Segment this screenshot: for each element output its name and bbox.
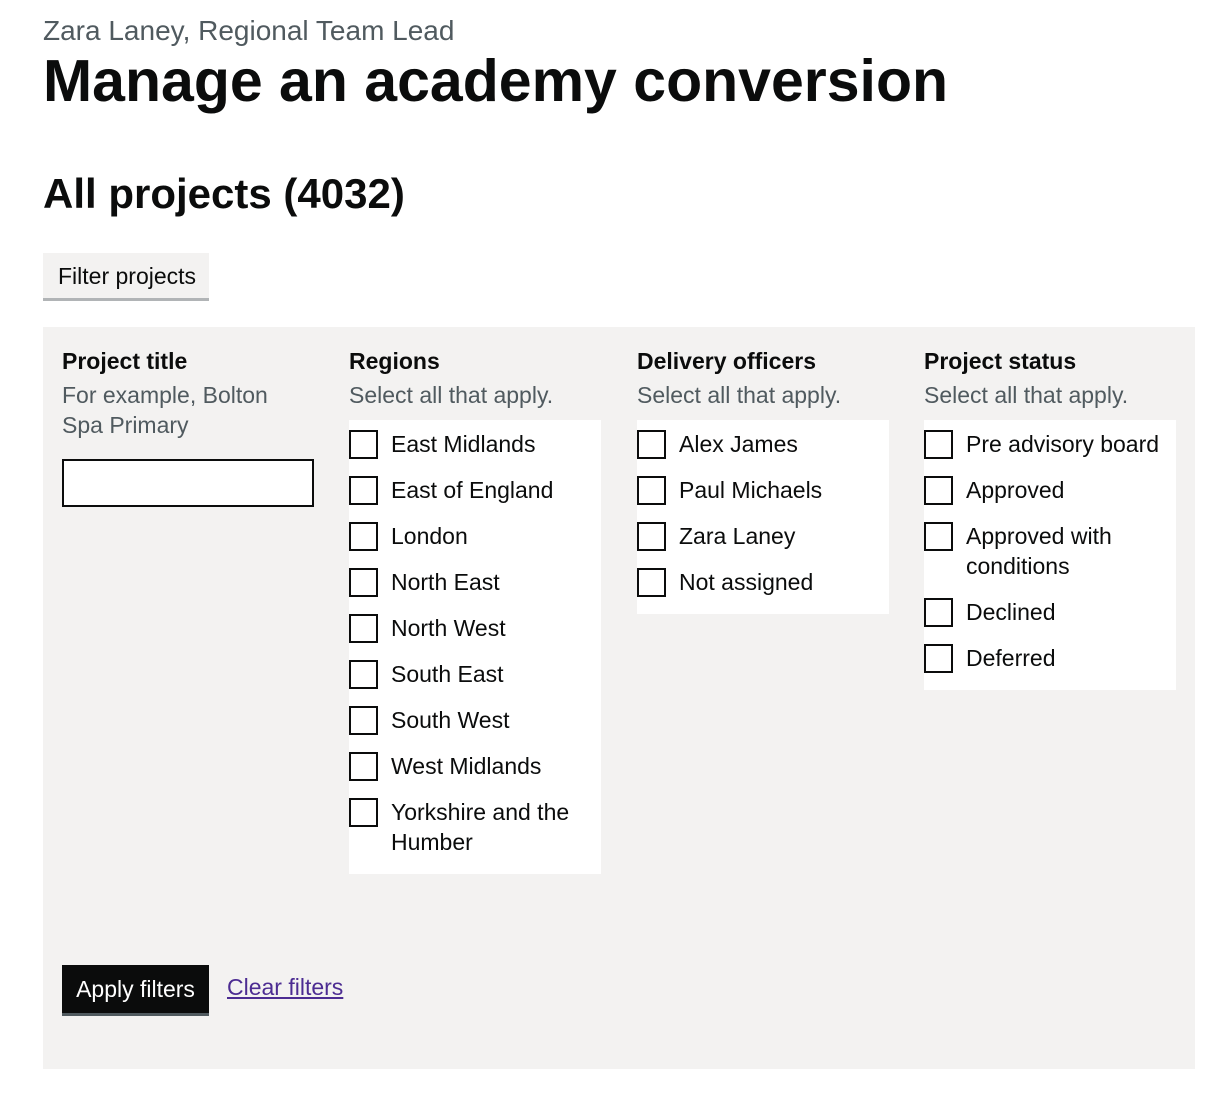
regions-hint: Select all that apply. (349, 382, 554, 408)
regions-filter: Regions Select all that apply. East Midl… (349, 347, 601, 874)
checkbox[interactable] (637, 476, 666, 505)
region-option[interactable]: South West (349, 704, 601, 735)
delivery-officers-filter: Delivery officers Select all that apply.… (637, 347, 889, 614)
checkbox[interactable] (349, 476, 378, 505)
status-option[interactable]: Pre advisory board (924, 428, 1176, 459)
project-title-filter: Project title For example, Bolton Spa Pr… (62, 347, 314, 507)
regions-legend: Regions (349, 348, 440, 374)
region-option-label: East of England (391, 477, 554, 503)
region-option[interactable]: East Midlands (349, 428, 601, 459)
region-option-label: South West (391, 707, 510, 733)
checkbox[interactable] (349, 614, 378, 643)
checkbox[interactable] (349, 706, 378, 735)
project-status-checkbox-list: Pre advisory board Approved Approved wit… (924, 420, 1176, 690)
officer-option[interactable]: Alex James (637, 428, 889, 459)
projects-heading: All projects (4032) (43, 170, 405, 217)
delivery-officers-hint: Select all that apply. (637, 382, 842, 408)
region-option-label: South East (391, 661, 504, 687)
checkbox[interactable] (349, 798, 378, 827)
officer-option[interactable]: Not assigned (637, 566, 889, 597)
project-title-input[interactable] (62, 459, 314, 507)
checkbox[interactable] (924, 522, 953, 551)
region-option-label: North West (391, 615, 506, 641)
project-title-hint: For example, Bolton Spa Primary (62, 382, 268, 438)
region-option[interactable]: West Midlands (349, 750, 601, 781)
status-option[interactable]: Deferred (924, 642, 1176, 673)
region-option[interactable]: Yorkshire and the Humber (349, 796, 601, 857)
status-option-label: Deferred (966, 645, 1056, 671)
checkbox[interactable] (349, 660, 378, 689)
region-option-label: North East (391, 569, 500, 595)
region-option[interactable]: North West (349, 612, 601, 643)
regions-checkbox-list: East Midlands East of England London Nor… (349, 420, 601, 874)
region-option[interactable]: East of England (349, 474, 601, 505)
checkbox[interactable] (349, 568, 378, 597)
status-option-label: Declined (966, 599, 1056, 625)
checkbox[interactable] (637, 430, 666, 459)
region-option-label: East Midlands (391, 431, 536, 457)
region-option[interactable]: South East (349, 658, 601, 689)
region-option[interactable]: North East (349, 566, 601, 597)
officer-option[interactable]: Zara Laney (637, 520, 889, 551)
project-status-filter: Project status Select all that apply. Pr… (924, 347, 1176, 690)
apply-filters-button[interactable]: Apply filters (62, 965, 209, 1013)
officer-option-label: Alex James (679, 431, 798, 457)
region-option[interactable]: London (349, 520, 601, 551)
checkbox[interactable] (924, 430, 953, 459)
region-option-label: London (391, 523, 468, 549)
checkbox[interactable] (349, 522, 378, 551)
status-option-label: Approved with conditions (966, 523, 1112, 579)
status-option[interactable]: Declined (924, 596, 1176, 627)
project-title-legend: Project title (62, 348, 188, 374)
status-option[interactable]: Approved with conditions (924, 520, 1176, 581)
checkbox[interactable] (349, 430, 378, 459)
project-status-hint: Select all that apply. (924, 382, 1129, 408)
delivery-officers-checkbox-list: Alex James Paul Michaels Zara Laney Not … (637, 420, 889, 614)
filter-projects-toggle[interactable]: Filter projects (43, 253, 209, 301)
clear-filters-link[interactable]: Clear filters (227, 974, 343, 1001)
checkbox[interactable] (349, 752, 378, 781)
checkbox[interactable] (924, 598, 953, 627)
checkbox[interactable] (924, 476, 953, 505)
region-option-label: West Midlands (391, 753, 542, 779)
page-title: Manage an academy conversion (43, 48, 949, 114)
region-option-label: Yorkshire and the Humber (391, 799, 570, 855)
delivery-officers-legend: Delivery officers (637, 348, 816, 374)
officer-option-label: Not assigned (679, 569, 814, 595)
officer-option-label: Paul Michaels (679, 477, 823, 503)
officer-option-label: Zara Laney (679, 523, 796, 549)
checkbox[interactable] (637, 568, 666, 597)
checkbox[interactable] (637, 522, 666, 551)
checkbox[interactable] (924, 644, 953, 673)
filter-panel: Project title For example, Bolton Spa Pr… (43, 327, 1195, 1069)
status-option-label: Approved (966, 477, 1065, 503)
officer-option[interactable]: Paul Michaels (637, 474, 889, 505)
status-option-label: Pre advisory board (966, 431, 1160, 457)
status-option[interactable]: Approved (924, 474, 1176, 505)
page-caption: Zara Laney, Regional Team Lead (43, 15, 455, 46)
project-status-legend: Project status (924, 348, 1077, 374)
